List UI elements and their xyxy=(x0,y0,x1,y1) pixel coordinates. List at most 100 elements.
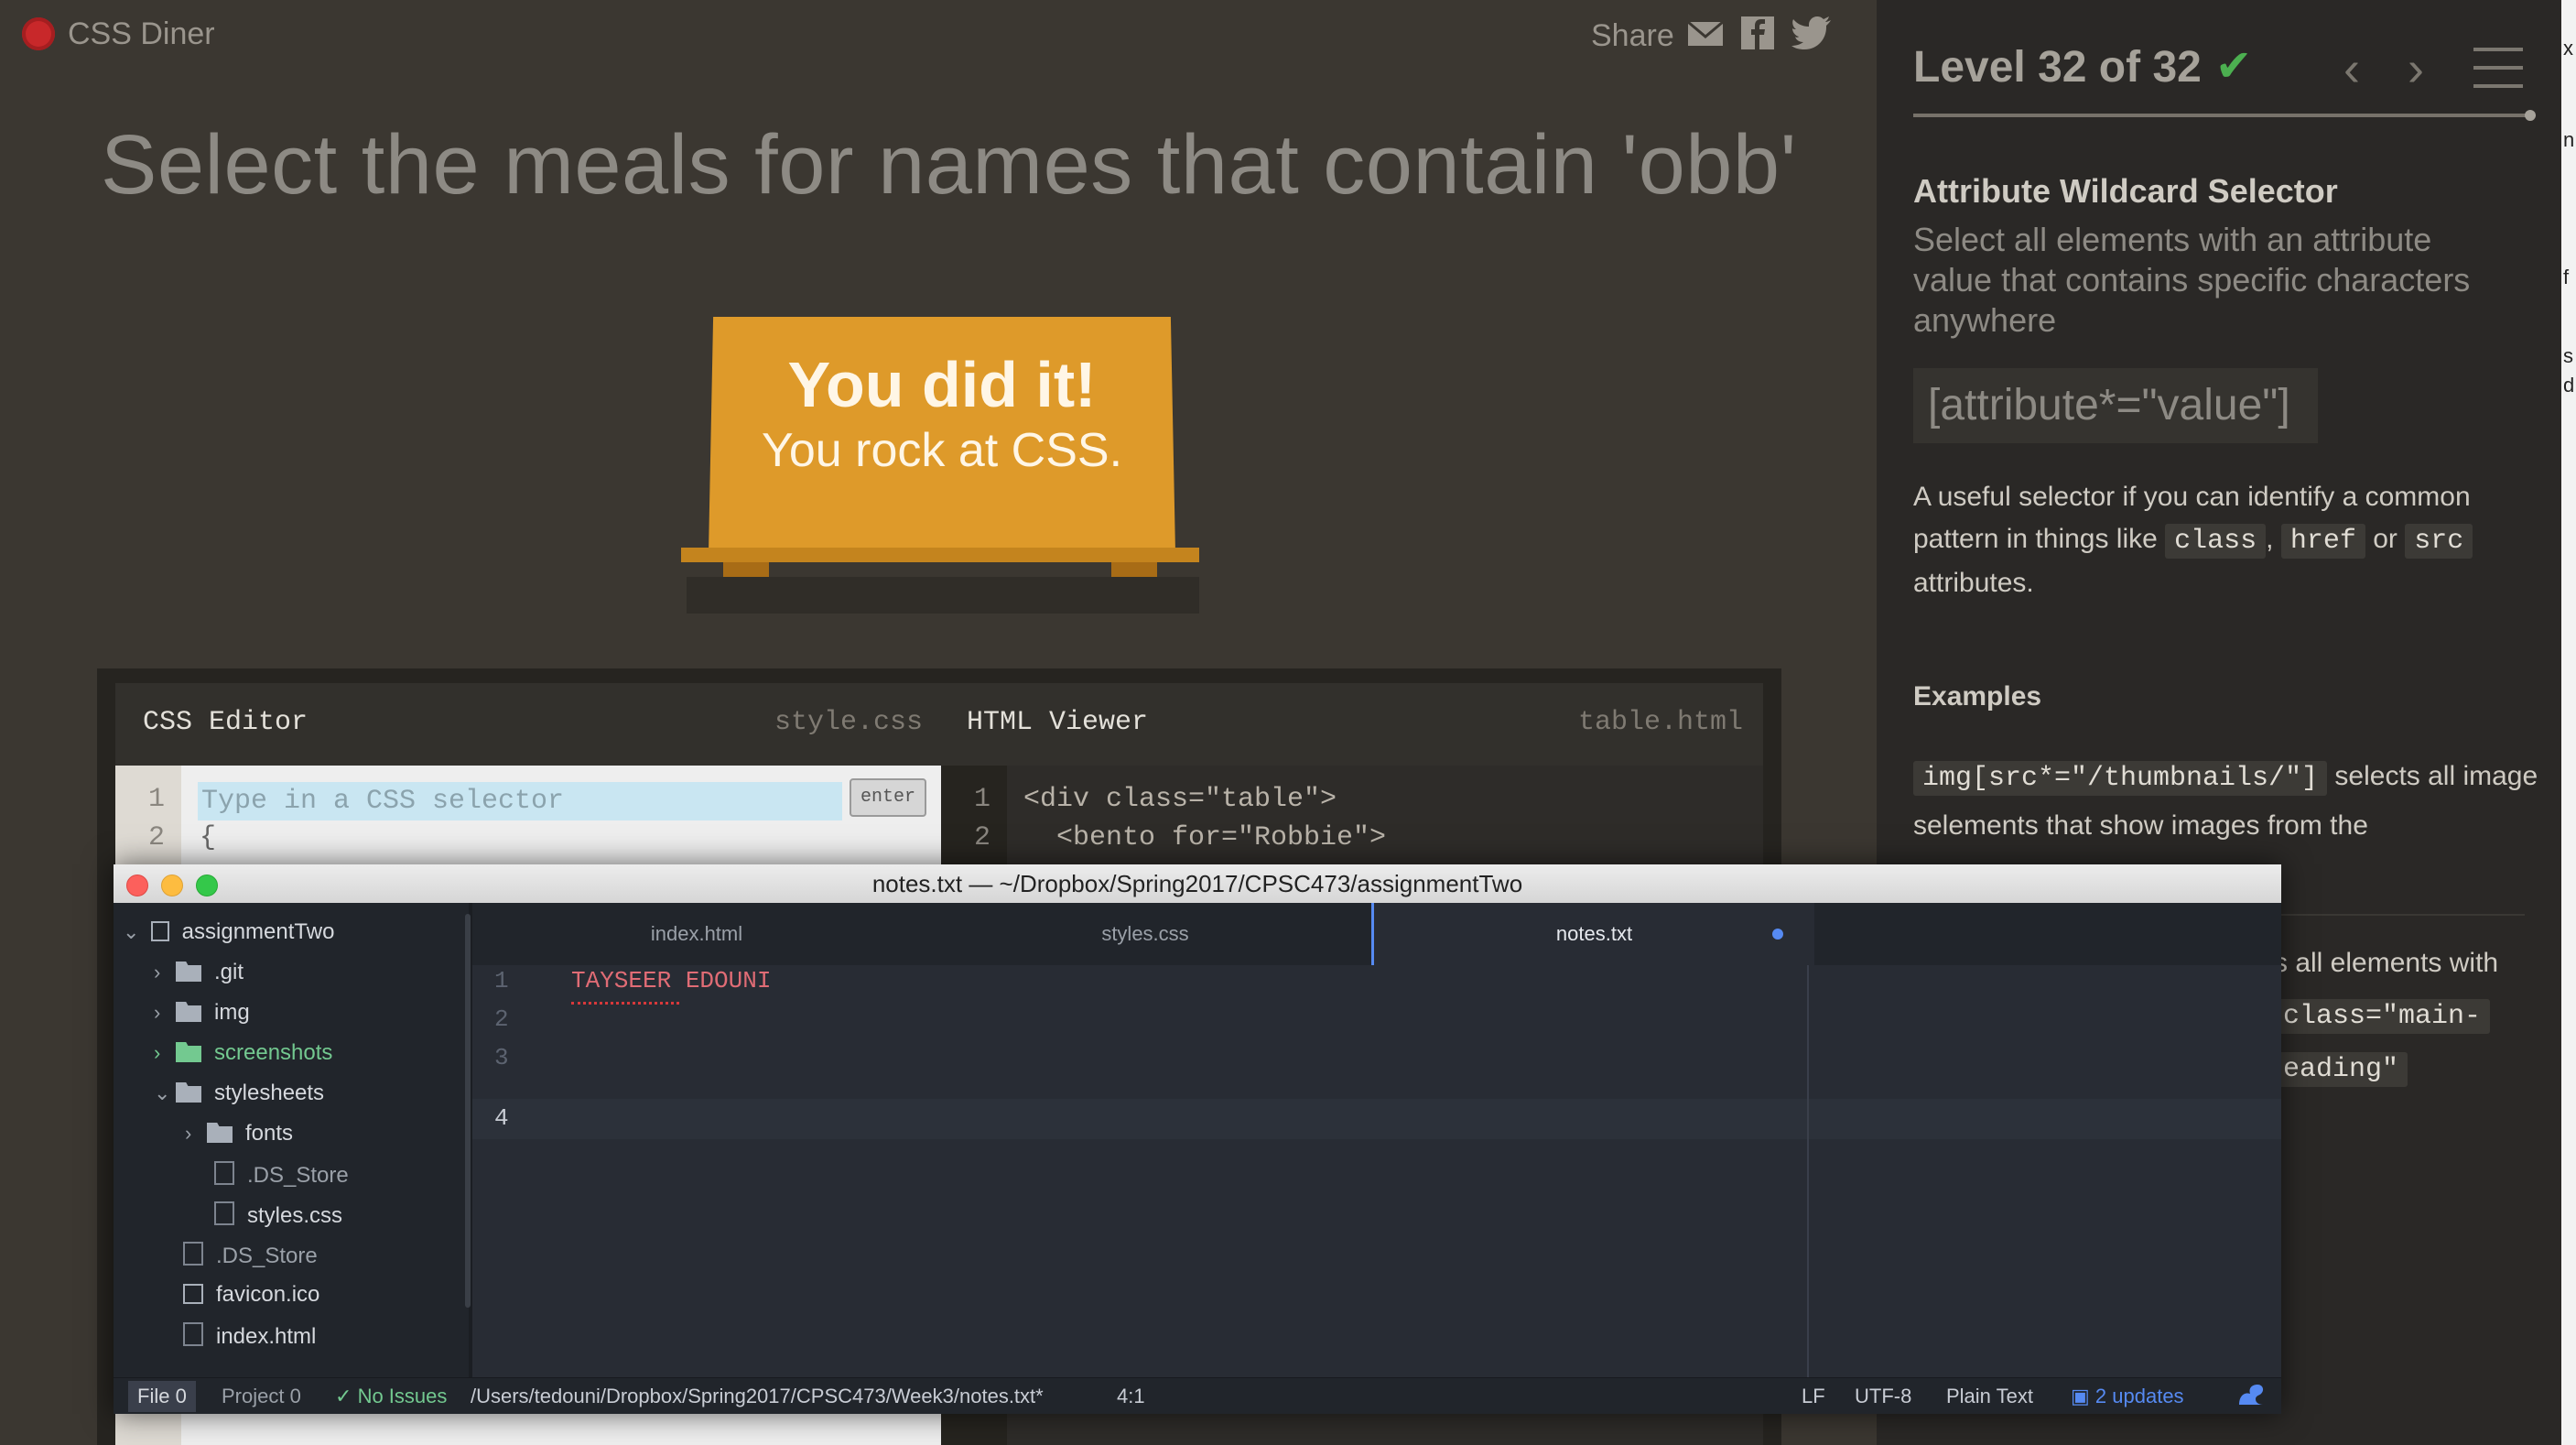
chevron-down-icon[interactable]: ⌄ xyxy=(154,1081,176,1105)
css-code-line: { xyxy=(200,822,217,853)
tree-root-project[interactable]: ⌄ assignmentTwo xyxy=(123,919,334,945)
line-number: 1 xyxy=(148,784,166,815)
tree-item-fonts[interactable]: › fonts xyxy=(185,1121,293,1146)
example-item: img[src*="/thumbnails/"] selects all ima… xyxy=(1913,753,2554,850)
completed-check-icon: ✔ xyxy=(2215,42,2253,91)
level-progress-marker xyxy=(2525,110,2536,121)
level-indicator[interactable]: Level 32 of 32 xyxy=(1913,42,2202,92)
tree-item-label: .git xyxy=(214,960,244,984)
wrap-guide xyxy=(1807,965,1809,1377)
file-icon xyxy=(214,1201,234,1225)
css-editor-title: CSS Editor xyxy=(143,707,308,738)
encoding-selector[interactable]: UTF-8 xyxy=(1855,1385,1911,1408)
cursor-line-highlight xyxy=(472,1099,2281,1139)
previous-level-icon[interactable]: ‹ xyxy=(2343,40,2360,97)
line-number: 1 xyxy=(494,967,509,994)
share-label: Share xyxy=(1591,18,1674,53)
chevron-right-icon[interactable]: › xyxy=(154,961,176,984)
enter-button[interactable]: enter xyxy=(850,778,926,817)
line-number: 2 xyxy=(148,822,166,853)
code-chip: href xyxy=(2280,524,2365,559)
tree-item-stylesheets[interactable]: ⌄ stylesheets xyxy=(154,1081,324,1106)
tree-item-label: fonts xyxy=(245,1121,294,1146)
chevron-down-icon[interactable]: ⌄ xyxy=(123,920,145,944)
folder-icon xyxy=(176,962,201,982)
file-icon xyxy=(214,1161,234,1185)
spellcheck-underline xyxy=(571,998,679,1005)
folder-icon xyxy=(207,1123,233,1143)
table-leg xyxy=(723,562,769,577)
status-count: 0 xyxy=(175,1385,187,1407)
checkmark-icon: ✓ xyxy=(335,1385,352,1407)
tree-item-img[interactable]: › img xyxy=(154,1000,250,1026)
success-subtitle: You rock at CSS. xyxy=(761,424,1123,477)
line-ending-selector[interactable]: LF xyxy=(1802,1385,1825,1408)
tab-styles-css[interactable]: styles.css xyxy=(921,903,1369,965)
edge-char: d xyxy=(2563,374,2575,397)
facebook-icon[interactable] xyxy=(1739,15,1776,51)
line-number: 3 xyxy=(494,1044,509,1071)
success-title: You did it! xyxy=(787,349,1097,420)
tab-notes-txt[interactable]: notes.txt xyxy=(1371,903,1814,965)
chevron-right-icon[interactable]: › xyxy=(154,1041,176,1065)
logo-icon[interactable] xyxy=(22,17,55,50)
tree-item-styles-css[interactable]: styles.css xyxy=(214,1201,342,1229)
next-level-icon[interactable]: › xyxy=(2408,40,2424,97)
linter-file-count[interactable]: File 0 xyxy=(128,1381,196,1412)
html-code-line[interactable]: <bento for="Robbie"> xyxy=(1023,822,1386,853)
help-text: or xyxy=(2365,524,2406,554)
tree-item-git[interactable]: › .git xyxy=(154,960,244,985)
chevron-right-icon[interactable]: › xyxy=(154,1001,176,1025)
example-item: s all elements with class="main- eading" xyxy=(2274,940,2558,1093)
tree-item-label: favicon.ico xyxy=(216,1282,320,1307)
folder-icon xyxy=(176,1002,201,1022)
html-viewer-title: HTML Viewer xyxy=(967,707,1149,738)
logo-text[interactable]: CSS Diner xyxy=(68,16,215,52)
line-number: 1 xyxy=(974,784,991,815)
status-text: 2 updates xyxy=(2094,1385,2184,1407)
tree-item-index-html[interactable]: index.html xyxy=(183,1322,316,1350)
css-editor-filename: style.css xyxy=(774,707,924,738)
folder-icon xyxy=(176,1042,201,1062)
cursor-position[interactable]: 4:1 xyxy=(1117,1385,1145,1408)
help-text: attributes. xyxy=(1913,568,2034,598)
no-issues-status[interactable]: ✓ No Issues xyxy=(335,1385,447,1408)
example-code: img[src*="/thumbnails/"] xyxy=(1913,761,2328,796)
package-updates[interactable]: ▣ 2 updates xyxy=(2071,1385,2184,1408)
table-leg xyxy=(1111,562,1157,577)
tree-scrollbar[interactable] xyxy=(465,914,471,1308)
selector-syntax: [attribute*="value"] xyxy=(1913,368,2318,443)
level-progress-bar xyxy=(1913,114,2532,117)
level-instruction: Select the meals for names that contain … xyxy=(101,118,1797,212)
tree-item-label: index.html xyxy=(216,1324,317,1349)
tree-item-ds-store[interactable]: .DS_Store xyxy=(183,1242,318,1269)
text-editor[interactable] xyxy=(472,965,2281,1377)
status-label: Project xyxy=(222,1385,285,1407)
atom-editor-window: notes.txt — ~/Dropbox/Spring2017/CPSC473… xyxy=(114,864,2281,1414)
tab-index-html[interactable]: index.html xyxy=(472,903,921,965)
line-number: 4 xyxy=(494,1104,509,1132)
code-chip: class xyxy=(2165,524,2267,559)
tree-item-label: screenshots xyxy=(214,1040,333,1065)
tree-item-label: styles.css xyxy=(247,1203,343,1228)
grammar-selector[interactable]: Plain Text xyxy=(1946,1385,2033,1408)
modified-indicator-icon[interactable] xyxy=(1772,929,1783,940)
email-icon[interactable] xyxy=(1686,15,1725,51)
squirrel-icon[interactable] xyxy=(2235,1383,2265,1408)
tree-item-ds-store[interactable]: .DS_Store xyxy=(214,1161,349,1189)
css-selector-input[interactable]: Type in a CSS selector xyxy=(198,782,842,820)
image-file-icon xyxy=(183,1284,203,1304)
twitter-icon[interactable] xyxy=(1791,15,1833,51)
code-line[interactable]: TAYSEER EDOUNI xyxy=(571,967,771,994)
file-path[interactable]: /Users/tedouni/Dropbox/Spring2017/CPSC47… xyxy=(471,1385,1044,1408)
menu-icon[interactable] xyxy=(2473,48,2523,103)
chevron-right-icon[interactable]: › xyxy=(185,1122,207,1146)
window-title: notes.txt — ~/Dropbox/Spring2017/CPSC473… xyxy=(871,870,1523,897)
table-edge xyxy=(681,548,1199,562)
html-code-line[interactable]: <div class="table"> xyxy=(1023,784,1337,815)
tree-item-screenshots[interactable]: › screenshots xyxy=(154,1040,332,1066)
tree-item-label: assignmentTwo xyxy=(181,919,335,944)
tree-item-favicon[interactable]: favicon.ico xyxy=(183,1282,319,1308)
linter-project-count[interactable]: Project 0 xyxy=(222,1385,301,1408)
selector-help: A useful selector if you can identify a … xyxy=(1913,476,2536,604)
